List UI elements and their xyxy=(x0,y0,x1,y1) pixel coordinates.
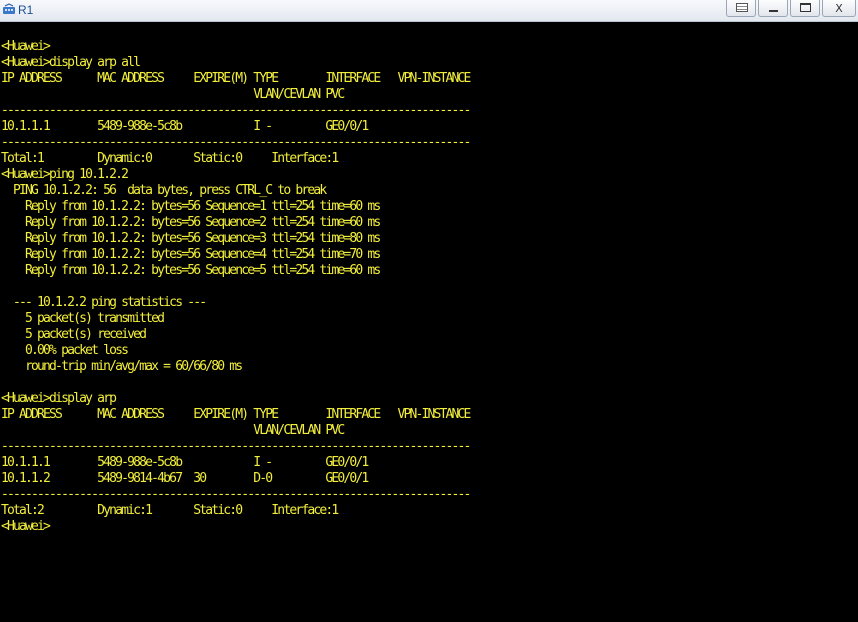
terminal-line: <Huawei>display arp xyxy=(1,391,117,406)
minimize-button[interactable] xyxy=(758,0,788,17)
window-menu-button[interactable] xyxy=(726,0,756,17)
terminal-output[interactable]: <Huawei> <Huawei>display arp all IP ADDRES… xyxy=(1,39,857,535)
close-button[interactable]: X xyxy=(822,0,856,17)
window-controls: X xyxy=(724,0,856,18)
terminal-line: PING 10.1.2.2: 56 data bytes, press CTRL… xyxy=(1,183,327,198)
terminal-line: 5 packet(s) transmitted xyxy=(1,311,165,326)
terminal-line: --- 10.1.2.2 ping statistics --- xyxy=(1,295,207,310)
terminal-line: Reply from 10.1.2.2: bytes=56 Sequence=4… xyxy=(1,247,381,262)
terminal-line: round-trip min/avg/max = 60/66/80 ms xyxy=(1,359,243,374)
terminal-line: 10.1.1.1 5489-988e-5c8b I - GE0/0/1 xyxy=(1,119,369,134)
router-app-icon xyxy=(3,3,15,14)
maximize-icon xyxy=(800,3,811,12)
terminal-line: ----------------------------------------… xyxy=(1,135,471,150)
terminal-line: 10.1.1.2 5489-9814-4b67 30 D-0 GE0/0/1 xyxy=(1,471,369,486)
terminal-line: <Huawei> xyxy=(1,519,51,534)
terminal-line: IP ADDRESS MAC ADDRESS EXPIRE(M) TYPE IN… xyxy=(1,407,471,422)
terminal-line: IP ADDRESS MAC ADDRESS EXPIRE(M) TYPE IN… xyxy=(1,71,471,86)
terminal-line: ----------------------------------------… xyxy=(1,103,471,118)
title-bar[interactable]: R1 X xyxy=(0,0,858,22)
terminal-line: 0.00% packet loss xyxy=(1,343,129,358)
terminal-line: VLAN/CEVLAN PVC xyxy=(1,423,345,438)
terminal-line: 10.1.1.1 5489-988e-5c8b I - GE0/0/1 xyxy=(1,455,369,470)
terminal-line: VLAN/CEVLAN PVC xyxy=(1,87,345,102)
terminal-line: <Huawei>display arp all xyxy=(1,55,141,70)
terminal-line: <Huawei>ping 10.1.2.2 xyxy=(1,167,129,182)
close-icon: X xyxy=(835,2,843,15)
terminal-line: ----------------------------------------… xyxy=(1,487,471,502)
terminal-window: R1 X <Huawei> <Huawei>display arp all IP A… xyxy=(0,0,858,622)
maximize-button[interactable] xyxy=(790,0,820,17)
terminal-line: Reply from 10.1.2.2: bytes=56 Sequence=5… xyxy=(1,263,381,278)
terminal-line: <Huawei> xyxy=(1,39,51,54)
terminal-line: Reply from 10.1.2.2: bytes=56 Sequence=2… xyxy=(1,215,381,230)
terminal-line: ----------------------------------------… xyxy=(1,439,471,454)
window-title: R1 xyxy=(18,3,34,17)
terminal-line: 5 packet(s) received xyxy=(1,327,147,342)
terminal-line: Reply from 10.1.2.2: bytes=56 Sequence=3… xyxy=(1,231,381,246)
terminal-line: Total:1 Dynamic:0 Static:0 Interface:1 xyxy=(1,151,339,166)
terminal-line: Total:2 Dynamic:1 Static:0 Interface:1 xyxy=(1,503,339,518)
terminal-line: Reply from 10.1.2.2: bytes=56 Sequence=1… xyxy=(1,199,381,214)
menu-icon xyxy=(736,3,748,12)
minimize-icon xyxy=(769,10,778,12)
